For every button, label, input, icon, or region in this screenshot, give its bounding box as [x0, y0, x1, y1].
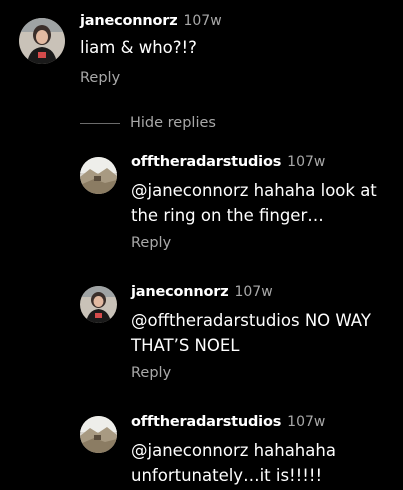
reply-text-line: @janeconnorz hahaha look at: [131, 181, 377, 200]
avatar[interactable]: [80, 286, 117, 323]
reply-button[interactable]: Reply: [131, 235, 171, 251]
landscape-avatar-icon: [80, 416, 117, 453]
user-portrait-icon: [19, 18, 65, 64]
reply-button[interactable]: Reply: [80, 70, 120, 86]
reply-username[interactable]: offtheradarstudios: [131, 414, 281, 430]
hide-replies-button[interactable]: Hide replies: [80, 113, 216, 133]
avatar[interactable]: [80, 416, 117, 453]
comment-text: liam & who?!?: [80, 38, 197, 57]
reply-text-line: @janeconnorz hahahaha: [131, 441, 336, 460]
reply-text-line: THAT’S NOEL: [131, 336, 240, 355]
reply-timestamp: 107w: [287, 154, 326, 170]
landscape-avatar-icon: [80, 157, 117, 194]
reply-text-line: @offtheradarstudios NO WAY: [131, 311, 371, 330]
reply-text-line: the ring on the finger…: [131, 206, 324, 225]
user-portrait-icon: [80, 286, 117, 323]
avatar[interactable]: [80, 157, 117, 194]
reply-text-line: unfortunately…it is!!!!!: [131, 466, 323, 485]
comment-timestamp: 107w: [183, 13, 222, 29]
reply-button[interactable]: Reply: [131, 365, 171, 381]
comment-username[interactable]: janeconnorz: [80, 13, 178, 29]
divider-line: [80, 122, 120, 124]
hide-replies-label: Hide replies: [130, 115, 216, 131]
reply-timestamp: 107w: [287, 414, 326, 430]
reply-username[interactable]: offtheradarstudios: [131, 154, 281, 170]
avatar[interactable]: [19, 18, 65, 64]
reply-username[interactable]: janeconnorz: [131, 284, 229, 300]
reply-timestamp: 107w: [234, 284, 273, 300]
